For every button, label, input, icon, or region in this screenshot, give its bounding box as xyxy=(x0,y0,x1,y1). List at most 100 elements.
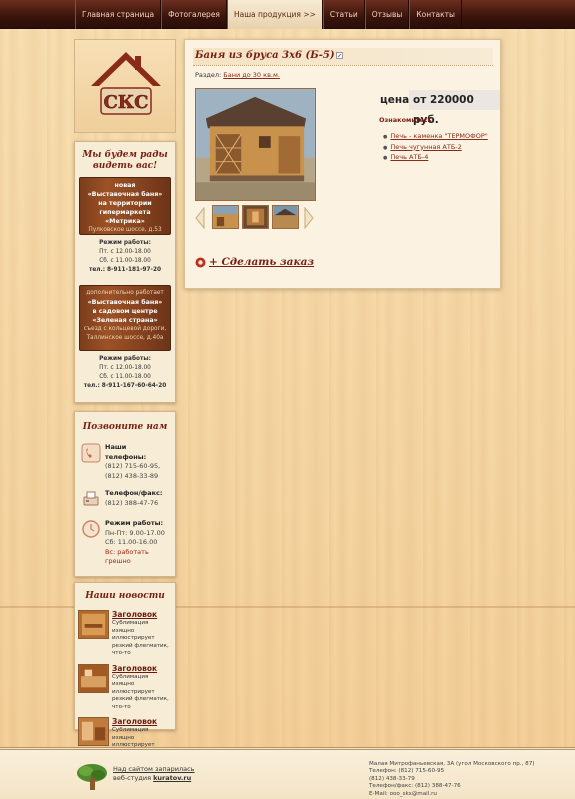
section-breadcrumb: Раздел: Бани до 30 кв.м. xyxy=(195,71,280,79)
store-phone: тел.: 8-911-167-60-64-20 xyxy=(83,383,167,389)
work-hours-line: Сб: 11.00-16.00 xyxy=(105,538,158,546)
footer-phone: Телефон: (812) 715-60-95 xyxy=(369,768,445,775)
related-link-item: Печь - каменка "ТЕРМОФОР" xyxy=(383,132,487,143)
credits-link[interactable]: Над сайтом запарилась xyxy=(113,765,195,773)
hours-line: Пт. с 12.00-18.00 xyxy=(99,249,151,255)
phone-number: (812) 715-60-95, xyxy=(105,462,161,470)
work-hours-line: Вс: работать грешно xyxy=(105,547,149,566)
store-address: съезд с кольцевой дороги, xyxy=(83,326,167,332)
work-hours-row: Режим работы: Пн-Пт: 9.00-17.00 Сб: 11.0… xyxy=(75,519,175,567)
store-line: дополнительно работает xyxy=(86,290,164,296)
top-nav-bar: Главная страница Фотогалерея Наша продук… xyxy=(0,0,575,29)
order-label: + Сделать заказ xyxy=(209,256,315,268)
order-button[interactable]: + Сделать заказ xyxy=(195,256,314,268)
fax-title: Телефон/факс: xyxy=(105,489,163,497)
related-link[interactable]: Печь чугунная АТБ-2 xyxy=(390,143,461,151)
product-title: Баня из бруса 3х6 (Б-5) xyxy=(195,50,335,61)
store-panel-metrika[interactable]: новая «Выставочная баня» на территории г… xyxy=(79,177,171,235)
news-item[interactable]: Заголовок Сублимация изящно иллюстрирует… xyxy=(75,610,175,658)
nav-contacts[interactable]: Контакты xyxy=(409,0,462,29)
footer-address: Малая Митрофаньевская, 3А (угол Московск… xyxy=(369,761,535,767)
store-line: новая xyxy=(114,182,136,189)
arrow-right-icon[interactable] xyxy=(304,207,314,229)
arrow-left-icon[interactable] xyxy=(195,207,205,229)
edit-icon[interactable] xyxy=(336,52,343,59)
store-line: на территории xyxy=(98,200,152,207)
news-thumbnail[interactable] xyxy=(78,610,109,639)
footer-phone: (812) 438-33-79 xyxy=(369,775,415,782)
call-box: Позвоните нам Наши телефоны: (812) 715-6… xyxy=(74,411,176,577)
logo-box[interactable]: СКС xyxy=(74,39,176,133)
nav-reviews[interactable]: Отзывы xyxy=(364,0,410,29)
footer-credits: Над сайтом запарилась веб-студия kuratov… xyxy=(113,765,195,783)
thumbnail[interactable] xyxy=(212,205,239,229)
store-panel-green-country[interactable]: дополнительно работает «Выставочная баня… xyxy=(79,285,171,351)
news-item-title[interactable]: Заголовок xyxy=(112,717,172,727)
news-thumbnail[interactable] xyxy=(78,717,109,746)
product-panel: Баня из бруса 3х6 (Б-5) Раздел: Бани до … xyxy=(184,39,501,289)
store-line: в садовом центре xyxy=(92,308,158,315)
news-title: Наши новости xyxy=(85,591,165,601)
news-thumbnail[interactable] xyxy=(78,663,109,693)
footer: Над сайтом запарилась веб-студия kuratov… xyxy=(0,747,575,799)
work-hours-line: Пн-Пт: 9.00-17.00 xyxy=(105,528,165,537)
svg-text:СКС: СКС xyxy=(103,92,148,113)
price-value: от 220000 руб. xyxy=(409,90,500,126)
studio-link[interactable]: kuratov.ru xyxy=(153,774,191,782)
news-item-title[interactable]: Заголовок xyxy=(112,664,172,674)
section-label: Раздел: xyxy=(195,71,222,79)
news-item-text: Сублимация изящно иллюстрирует резкий фл… xyxy=(112,673,169,710)
news-item[interactable]: Заголовок Сублимация изящно иллюстрирует… xyxy=(75,663,175,712)
related-link[interactable]: Печь АТБ-4 xyxy=(390,153,428,161)
hours-line: Сб. с 11.00-18.00 xyxy=(99,374,151,380)
fax-row: Телефон/факс: (812) 388-47-76 xyxy=(75,489,175,509)
welcome-title: Мы будем рады видеть вас! xyxy=(82,150,168,171)
store-line: гипермаркета «Метрика» xyxy=(99,209,151,225)
clock-icon xyxy=(82,520,100,538)
main-nav: Главная страница Фотогалерея Наша продук… xyxy=(75,0,462,29)
hours-title: Режим работы: xyxy=(99,356,151,362)
product-photo[interactable] xyxy=(195,88,316,201)
thumbnail[interactable] xyxy=(272,205,299,229)
store-address: Пулковское шоссе, д.53 xyxy=(88,227,162,233)
store-hours: Режим работы: Пт. с 12.00-18.00 Сб. с 11… xyxy=(75,355,175,391)
phone-number: (812) 438-33-89 xyxy=(105,471,159,480)
store-phone: тел.: 8-911-181-97-20 xyxy=(88,267,162,273)
store-line: «Зеленая страна» xyxy=(92,317,158,324)
nav-products[interactable]: Наша продукция >> xyxy=(226,0,323,29)
hours-line: Сб. с 11.00-18.00 xyxy=(99,258,151,264)
nav-articles[interactable]: Статьи xyxy=(322,0,365,29)
related-link-item: Печь чугунная АТБ-2 xyxy=(383,143,488,154)
phone-icon xyxy=(81,443,101,463)
related-link[interactable]: Печь - каменка "ТЕРМОФОР" xyxy=(390,132,487,140)
thumbnail-strip xyxy=(195,205,316,231)
thumbnail[interactable] xyxy=(242,205,269,229)
welcome-box: Мы будем рады видеть вас! новая «Выставо… xyxy=(74,141,176,403)
related-links: Печь - каменка "ТЕРМОФОР" Печь чугунная … xyxy=(383,132,488,164)
footer-fax: Телефон/факс: (812) 388-47-76 xyxy=(369,783,461,790)
hours-title: Режим работы: xyxy=(99,240,151,246)
news-item-title[interactable]: Заголовок xyxy=(112,610,172,620)
call-title: Позвоните нам xyxy=(82,422,168,432)
see-also-title: Ознакомьтесь xyxy=(379,116,432,124)
footer-email: E-Mail: ooo_sks@mail.ru xyxy=(369,790,437,797)
nav-home[interactable]: Главная страница xyxy=(75,0,162,29)
fax-icon xyxy=(83,491,99,506)
credits-prefix: веб-студия xyxy=(113,774,152,782)
store-line: «Выставочная баня» xyxy=(87,191,163,198)
store-hours: Режим работы: Пт. с 12.00-18.00 Сб. с 11… xyxy=(75,239,175,275)
birch-broom-icon xyxy=(77,764,107,790)
fax-number: (812) 388-47-76 xyxy=(105,498,159,507)
phones-row: Наши телефоны: (812) 715-60-95, (812) 43… xyxy=(75,443,175,481)
news-box: Наши новости Заголовок Сублимация изящно… xyxy=(74,582,176,763)
phones-title: Наши телефоны: xyxy=(105,443,147,461)
footer-contacts: Малая Митрофаньевская, 3А (угол Московск… xyxy=(369,761,534,798)
section-link[interactable]: Бани до 30 кв.м. xyxy=(223,71,280,79)
hours-line: Пт. с 12.00-18.00 xyxy=(99,365,151,371)
product-title-bar: Баня из бруса 3х6 (Б-5) xyxy=(193,48,493,66)
nav-gallery[interactable]: Фотогалерея xyxy=(161,0,227,29)
related-link-item: Печь АТБ-4 xyxy=(383,153,488,164)
work-hours-title: Режим работы: xyxy=(105,519,164,527)
store-line: «Выставочная баня» xyxy=(87,299,163,306)
news-item-text: Сублимация изящно иллюстрирует резкий фл… xyxy=(112,620,169,656)
